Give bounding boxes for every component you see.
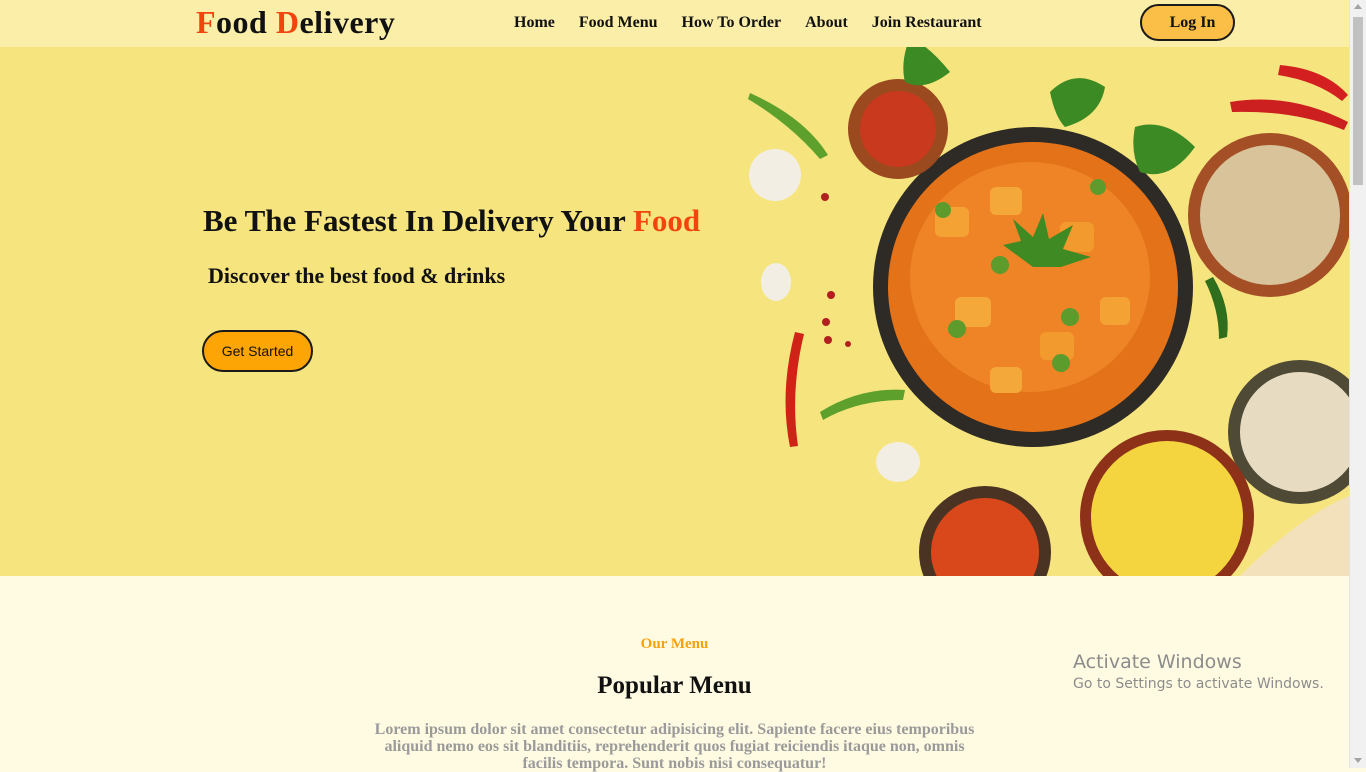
hero-food-image [748, 47, 1349, 576]
watermark-subtitle: Go to Settings to activate Windows. [1073, 676, 1324, 692]
nav-food-menu[interactable]: Food Menu [579, 14, 658, 32]
site-logo[interactable]: Food Delivery [196, 4, 395, 41]
get-started-button[interactable]: Get Started [202, 330, 313, 372]
nav-home[interactable]: Home [514, 14, 555, 32]
hero-subtitle: Discover the best food & drinks [208, 263, 506, 288]
scroll-down-arrow-icon[interactable] [1354, 758, 1362, 763]
scrollbar-thumb[interactable] [1353, 17, 1363, 185]
activate-windows-watermark: Activate Windows Go to Settings to activ… [1073, 651, 1324, 692]
hero-title-main: Be The Fastest In Delivery Your [203, 203, 633, 238]
logo-word-delivery: elivery [299, 4, 396, 40]
navbar: Food Delivery Home Food Menu How To Orde… [0, 0, 1349, 47]
main-nav: Home Food Menu How To Order About Join R… [514, 14, 982, 32]
watermark-title: Activate Windows [1073, 651, 1242, 673]
scroll-up-arrow-icon[interactable] [1354, 4, 1362, 9]
login-button[interactable]: Log In [1140, 4, 1235, 41]
nav-join-restaurant[interactable]: Join Restaurant [872, 14, 982, 32]
hero-section: Be The Fastest In Delivery Your Food Dis… [0, 47, 1349, 576]
nav-how-to-order[interactable]: How To Order [682, 14, 782, 32]
logo-initial-f: F [196, 4, 217, 40]
nav-about[interactable]: About [805, 14, 848, 32]
hero-title-accent: Food [632, 203, 701, 238]
section-description: Lorem ipsum dolor sit amet consectetur a… [374, 721, 975, 772]
hero-title: Be The Fastest In Delivery Your Food [203, 203, 700, 239]
vertical-scrollbar[interactable] [1349, 0, 1366, 768]
logo-initial-d: D [275, 4, 300, 40]
logo-word-food: ood [216, 4, 276, 40]
